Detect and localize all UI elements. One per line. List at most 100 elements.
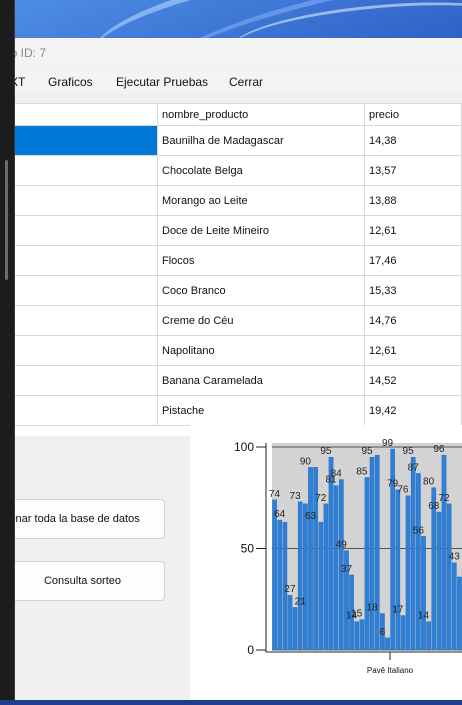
bar <box>405 495 411 651</box>
data-label: 80 <box>423 477 435 488</box>
bar <box>364 477 370 651</box>
cell-id[interactable] <box>0 246 158 276</box>
data-label: 64 <box>274 509 286 520</box>
cell-nombre-producto[interactable]: Chocolate Belga <box>158 156 365 186</box>
draw-query-button[interactable]: Consulta sorteo <box>0 561 165 601</box>
cell-nombre-producto[interactable]: Coco Branco <box>158 276 365 306</box>
menu-item-graficos[interactable]: Graficos <box>48 75 93 89</box>
cell-nombre-producto[interactable]: Flocos <box>158 246 365 276</box>
table-row[interactable]: Flocos 17,46 <box>0 246 462 276</box>
cell-precio[interactable]: 15,33 <box>365 276 462 306</box>
bar <box>308 467 313 651</box>
bar <box>436 511 442 651</box>
cell-id[interactable] <box>0 126 158 156</box>
cell-nombre-producto[interactable]: Pistache <box>158 396 365 426</box>
column-header-precio[interactable]: precio <box>365 104 462 126</box>
data-label: 18 <box>367 602 379 613</box>
cell-nombre-producto[interactable]: Napolitano <box>158 336 365 366</box>
bar <box>395 489 401 651</box>
table-row[interactable]: Morango ao Leite 13,88 <box>0 186 462 216</box>
cell-id[interactable] <box>0 396 158 426</box>
chart-area: 100 50 0 74 64 27 73 21 90 63 72 95 81 84 49 37 14 15 85 95… <box>190 425 462 700</box>
bar <box>385 637 390 651</box>
bar <box>318 521 324 651</box>
data-label: 96 <box>433 444 445 455</box>
title-bar: do ID: 7 <box>0 38 462 68</box>
menu-item-ejecutar-pruebas[interactable]: Ejecutar Pruebas <box>116 75 208 89</box>
data-label: 76 <box>397 485 409 496</box>
bar <box>277 519 283 651</box>
table-row[interactable]: Doce de Leite Mineiro 12,61 <box>0 216 462 246</box>
data-label: 37 <box>341 564 353 575</box>
bar <box>354 621 360 651</box>
bar <box>272 499 277 651</box>
cell-precio[interactable]: 12,61 <box>365 336 462 366</box>
cell-precio[interactable]: 12,61 <box>365 216 462 246</box>
cell-precio[interactable]: 17,46 <box>365 246 462 276</box>
table-row[interactable]: Banana Caramelada 14,52 <box>0 366 462 396</box>
bar <box>451 562 457 651</box>
cell-precio[interactable]: 19,42 <box>365 396 462 426</box>
data-label: 73 <box>290 491 302 502</box>
data-label: 56 <box>413 525 425 536</box>
data-label: 49 <box>336 540 348 551</box>
data-label: 63 <box>305 511 317 522</box>
cell-precio[interactable]: 13,57 <box>365 156 462 186</box>
cell-id[interactable] <box>0 336 158 366</box>
data-label: 95 <box>403 446 415 457</box>
select-all-database-button[interactable]: ionar toda la base de datos <box>0 499 165 539</box>
cell-id[interactable] <box>0 366 158 396</box>
column-header-id[interactable]: to <box>0 104 158 126</box>
data-label: 74 <box>269 489 281 500</box>
table-row[interactable]: Creme do Céu 14,76 <box>0 306 462 336</box>
data-label: 17 <box>392 604 404 615</box>
data-label: 90 <box>300 456 312 467</box>
table-row[interactable]: Baunilha de Madagascar 14,38 <box>0 126 462 156</box>
menu-item-cerrar[interactable]: Cerrar <box>229 75 263 89</box>
cell-id[interactable] <box>0 216 158 246</box>
data-label: 14 <box>418 611 430 622</box>
column-header-nombre-producto[interactable]: nombre_producto <box>158 104 365 126</box>
table-row[interactable]: Chocolate Belga 13,57 <box>0 156 462 186</box>
products-table[interactable]: to nombre_producto precio Baunilha de Ma… <box>0 103 462 436</box>
bar <box>446 503 452 651</box>
bar <box>410 457 416 651</box>
bar <box>441 454 447 651</box>
cell-precio[interactable]: 14,52 <box>365 366 462 396</box>
x-tick-label: Pavê Italiano <box>367 666 414 675</box>
bar <box>292 607 298 651</box>
y-tick-label: 50 <box>241 542 255 556</box>
data-label: 43 <box>449 552 461 563</box>
bar <box>421 536 426 651</box>
bar <box>426 621 431 651</box>
data-label: 95 <box>361 446 373 457</box>
cell-id[interactable] <box>0 306 158 336</box>
table-row[interactable]: Napolitano 12,61 <box>0 336 462 366</box>
bar <box>297 501 303 651</box>
side-panel-scrollbar[interactable] <box>5 160 8 280</box>
cell-id[interactable] <box>0 186 158 216</box>
cell-nombre-producto[interactable]: Creme do Céu <box>158 306 365 336</box>
table-row[interactable]: Pistache 19,42 <box>0 396 462 426</box>
data-label: 27 <box>284 584 296 595</box>
table-row[interactable]: Coco Branco 15,33 <box>0 276 462 306</box>
bar <box>323 503 329 651</box>
bar <box>457 576 462 651</box>
data-label: 15 <box>351 609 363 620</box>
bar <box>303 503 308 651</box>
data-label: 84 <box>331 468 343 479</box>
cell-id[interactable] <box>0 276 158 306</box>
cell-precio[interactable]: 13,88 <box>365 186 462 216</box>
cell-nombre-producto[interactable]: Doce de Leite Mineiro <box>158 216 365 246</box>
cell-precio[interactable]: 14,76 <box>365 306 462 336</box>
bar <box>359 619 365 651</box>
cell-id[interactable] <box>0 156 158 186</box>
y-tick-label: 100 <box>234 440 254 454</box>
menu-bar: XT Graficos Ejecutar Pruebas Cerrar <box>0 70 462 94</box>
cell-nombre-producto[interactable]: Banana Caramelada <box>158 366 365 396</box>
cell-nombre-producto[interactable]: Baunilha de Madagascar <box>158 126 365 156</box>
cell-precio[interactable]: 14,38 <box>365 126 462 156</box>
bar <box>369 457 375 651</box>
data-label: 6 <box>380 627 386 638</box>
cell-nombre-producto[interactable]: Morango ao Leite <box>158 186 365 216</box>
